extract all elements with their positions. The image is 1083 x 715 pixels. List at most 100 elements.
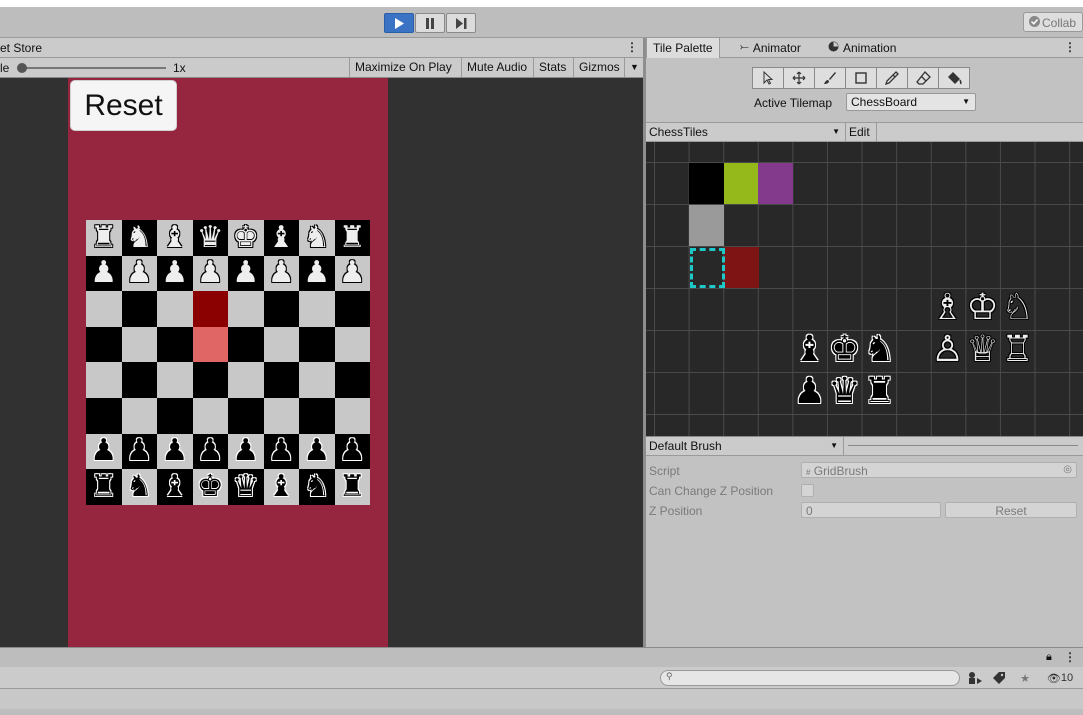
- tab-menu-icon[interactable]: ⋮: [626, 40, 638, 54]
- board-square[interactable]: ♟: [157, 255, 193, 292]
- board-square[interactable]: [157, 326, 193, 363]
- board-square[interactable]: ♟: [121, 433, 157, 470]
- board-square[interactable]: [299, 362, 335, 398]
- tile-palette-grid[interactable]: ♗ ♔ ♘ ♙ ♕ ♖ ♝ ♚ ♞ ♟ ♛ ♜: [646, 142, 1083, 436]
- board-square[interactable]: ♛: [192, 220, 228, 256]
- board-square[interactable]: [228, 362, 264, 398]
- palette-piece-tile[interactable]: ♞: [862, 330, 897, 370]
- search-input[interactable]: ⚲: [660, 670, 960, 686]
- palette-piece-tile[interactable]: ♘: [1000, 288, 1035, 328]
- palette-piece-tile[interactable]: ♝: [792, 330, 827, 370]
- board-square[interactable]: ♝: [263, 220, 299, 256]
- board-square[interactable]: ♟: [228, 255, 264, 292]
- palette-piece-tile[interactable]: ♚: [827, 330, 862, 370]
- board-square[interactable]: ♜: [86, 220, 122, 256]
- object-picker-icon[interactable]: ◎: [1063, 464, 1072, 475]
- chess-piece[interactable]: ♟: [161, 436, 188, 466]
- filter-by-type-icon[interactable]: [964, 670, 986, 686]
- chess-piece[interactable]: ♞: [126, 471, 153, 502]
- board-square[interactable]: ♜: [86, 469, 122, 505]
- board-square[interactable]: ♟: [121, 255, 157, 292]
- collab-button[interactable]: Collab: [1023, 12, 1083, 32]
- board-square[interactable]: [334, 291, 370, 327]
- paint-tool-button[interactable]: [814, 67, 846, 89]
- board-square[interactable]: [86, 291, 122, 327]
- board-square[interactable]: [263, 397, 299, 434]
- palette-piece-tile[interactable]: ♕: [965, 330, 1000, 370]
- board-square[interactable]: [228, 291, 264, 327]
- chess-piece[interactable]: ♝: [161, 222, 188, 253]
- board-square[interactable]: [86, 362, 122, 398]
- move-tool-button[interactable]: [783, 67, 815, 89]
- chess-piece[interactable]: ♟: [126, 258, 153, 288]
- palette-piece-tile[interactable]: ♜: [862, 372, 897, 412]
- tile-green[interactable]: [724, 163, 759, 204]
- board-square[interactable]: ♞: [299, 220, 335, 256]
- z-position-field[interactable]: 0: [801, 502, 941, 518]
- board-square[interactable]: [157, 362, 193, 398]
- chess-piece[interactable]: ♜: [90, 471, 117, 502]
- board-square[interactable]: ♞: [121, 220, 157, 256]
- script-field[interactable]: # GridBrush ◎: [801, 462, 1077, 478]
- palette-piece-tile[interactable]: ♙: [930, 330, 965, 370]
- board-square[interactable]: ♜: [334, 469, 370, 505]
- chess-piece[interactable]: ♛: [232, 471, 259, 502]
- brush-dropdown[interactable]: Default Brush ▼: [646, 437, 844, 455]
- board-square[interactable]: [263, 291, 299, 327]
- edit-palette-button[interactable]: Edit: [846, 123, 877, 141]
- tile-gray[interactable]: [689, 205, 724, 246]
- board-square[interactable]: ♞: [121, 469, 157, 505]
- chess-piece[interactable]: ♛: [197, 222, 224, 253]
- maximize-on-play-toggle[interactable]: Maximize On Play: [349, 58, 457, 77]
- chess-piece[interactable]: ♞: [303, 471, 330, 502]
- stats-toggle[interactable]: Stats: [533, 58, 571, 77]
- chess-piece[interactable]: ♟: [161, 258, 188, 288]
- tab-animation[interactable]: Animation: [822, 38, 902, 58]
- active-tilemap-dropdown[interactable]: ChessBoard ▼: [846, 93, 976, 111]
- erase-tool-button[interactable]: [907, 67, 939, 89]
- chess-piece[interactable]: ♚: [197, 471, 224, 502]
- board-square[interactable]: [263, 326, 299, 363]
- board-square[interactable]: ♟: [299, 433, 335, 470]
- chess-piece[interactable]: ♟: [339, 436, 366, 466]
- board-square[interactable]: [334, 397, 370, 434]
- lock-icon[interactable]: 🔒︎: [1046, 651, 1052, 664]
- board-square[interactable]: [121, 326, 157, 363]
- board-square[interactable]: ♟: [157, 433, 193, 470]
- board-square[interactable]: ♟: [86, 255, 122, 292]
- reset-game-button[interactable]: Reset: [70, 80, 177, 131]
- chess-piece[interactable]: ♟: [90, 436, 117, 466]
- tile-dark-red[interactable]: [724, 247, 759, 288]
- palette-piece-tile[interactable]: ♟: [792, 372, 827, 412]
- palette-piece-tile[interactable]: ♛: [827, 372, 862, 412]
- gizmos-toggle[interactable]: Gizmos: [573, 58, 625, 77]
- chess-piece[interactable]: ♟: [90, 258, 117, 288]
- flood-fill-tool-button[interactable]: [938, 67, 970, 89]
- board-square[interactable]: [228, 397, 264, 434]
- chess-piece[interactable]: ♞: [126, 222, 153, 253]
- mute-audio-toggle[interactable]: Mute Audio: [461, 58, 532, 77]
- tab-animator[interactable]: ⤚ Animator: [734, 38, 807, 58]
- chess-piece[interactable]: ♜: [90, 222, 117, 253]
- board-square[interactable]: [192, 362, 228, 398]
- chess-board[interactable]: ♜ ♞ ♝ ♛ ♚ ♝ ♞ ♜ ♟ ♟ ♟ ♟ ♟ ♟ ♟ ♟ ♟ ♟ ♟ ♟ ♟ ♟ ♟ ♟ ♜ ♞ ♝ ♚ ♛ ♝ ♞ ♜: [86, 220, 370, 505]
- palette-menu-icon[interactable]: ⋮: [1064, 40, 1076, 54]
- board-square[interactable]: ♟: [334, 433, 370, 470]
- box-fill-tool-button[interactable]: [845, 67, 877, 89]
- board-square[interactable]: [121, 291, 157, 327]
- picker-tool-button[interactable]: [876, 67, 908, 89]
- console-menu-icon[interactable]: ⋮: [1064, 650, 1076, 664]
- change-z-checkbox[interactable]: [801, 484, 814, 497]
- board-square[interactable]: ♛: [228, 469, 264, 505]
- board-square[interactable]: ♟: [86, 433, 122, 470]
- board-square[interactable]: [157, 291, 193, 327]
- board-square[interactable]: ♝: [157, 220, 193, 256]
- tile-black[interactable]: [689, 163, 724, 204]
- play-button[interactable]: [384, 13, 414, 33]
- chess-piece[interactable]: ♝: [268, 471, 295, 502]
- board-square[interactable]: [121, 397, 157, 434]
- board-square[interactable]: ♞: [299, 469, 335, 505]
- palette-piece-tile[interactable]: ♗: [930, 288, 965, 328]
- palette-piece-tile[interactable]: ♖: [1000, 330, 1035, 370]
- chess-piece[interactable]: ♟: [232, 258, 259, 288]
